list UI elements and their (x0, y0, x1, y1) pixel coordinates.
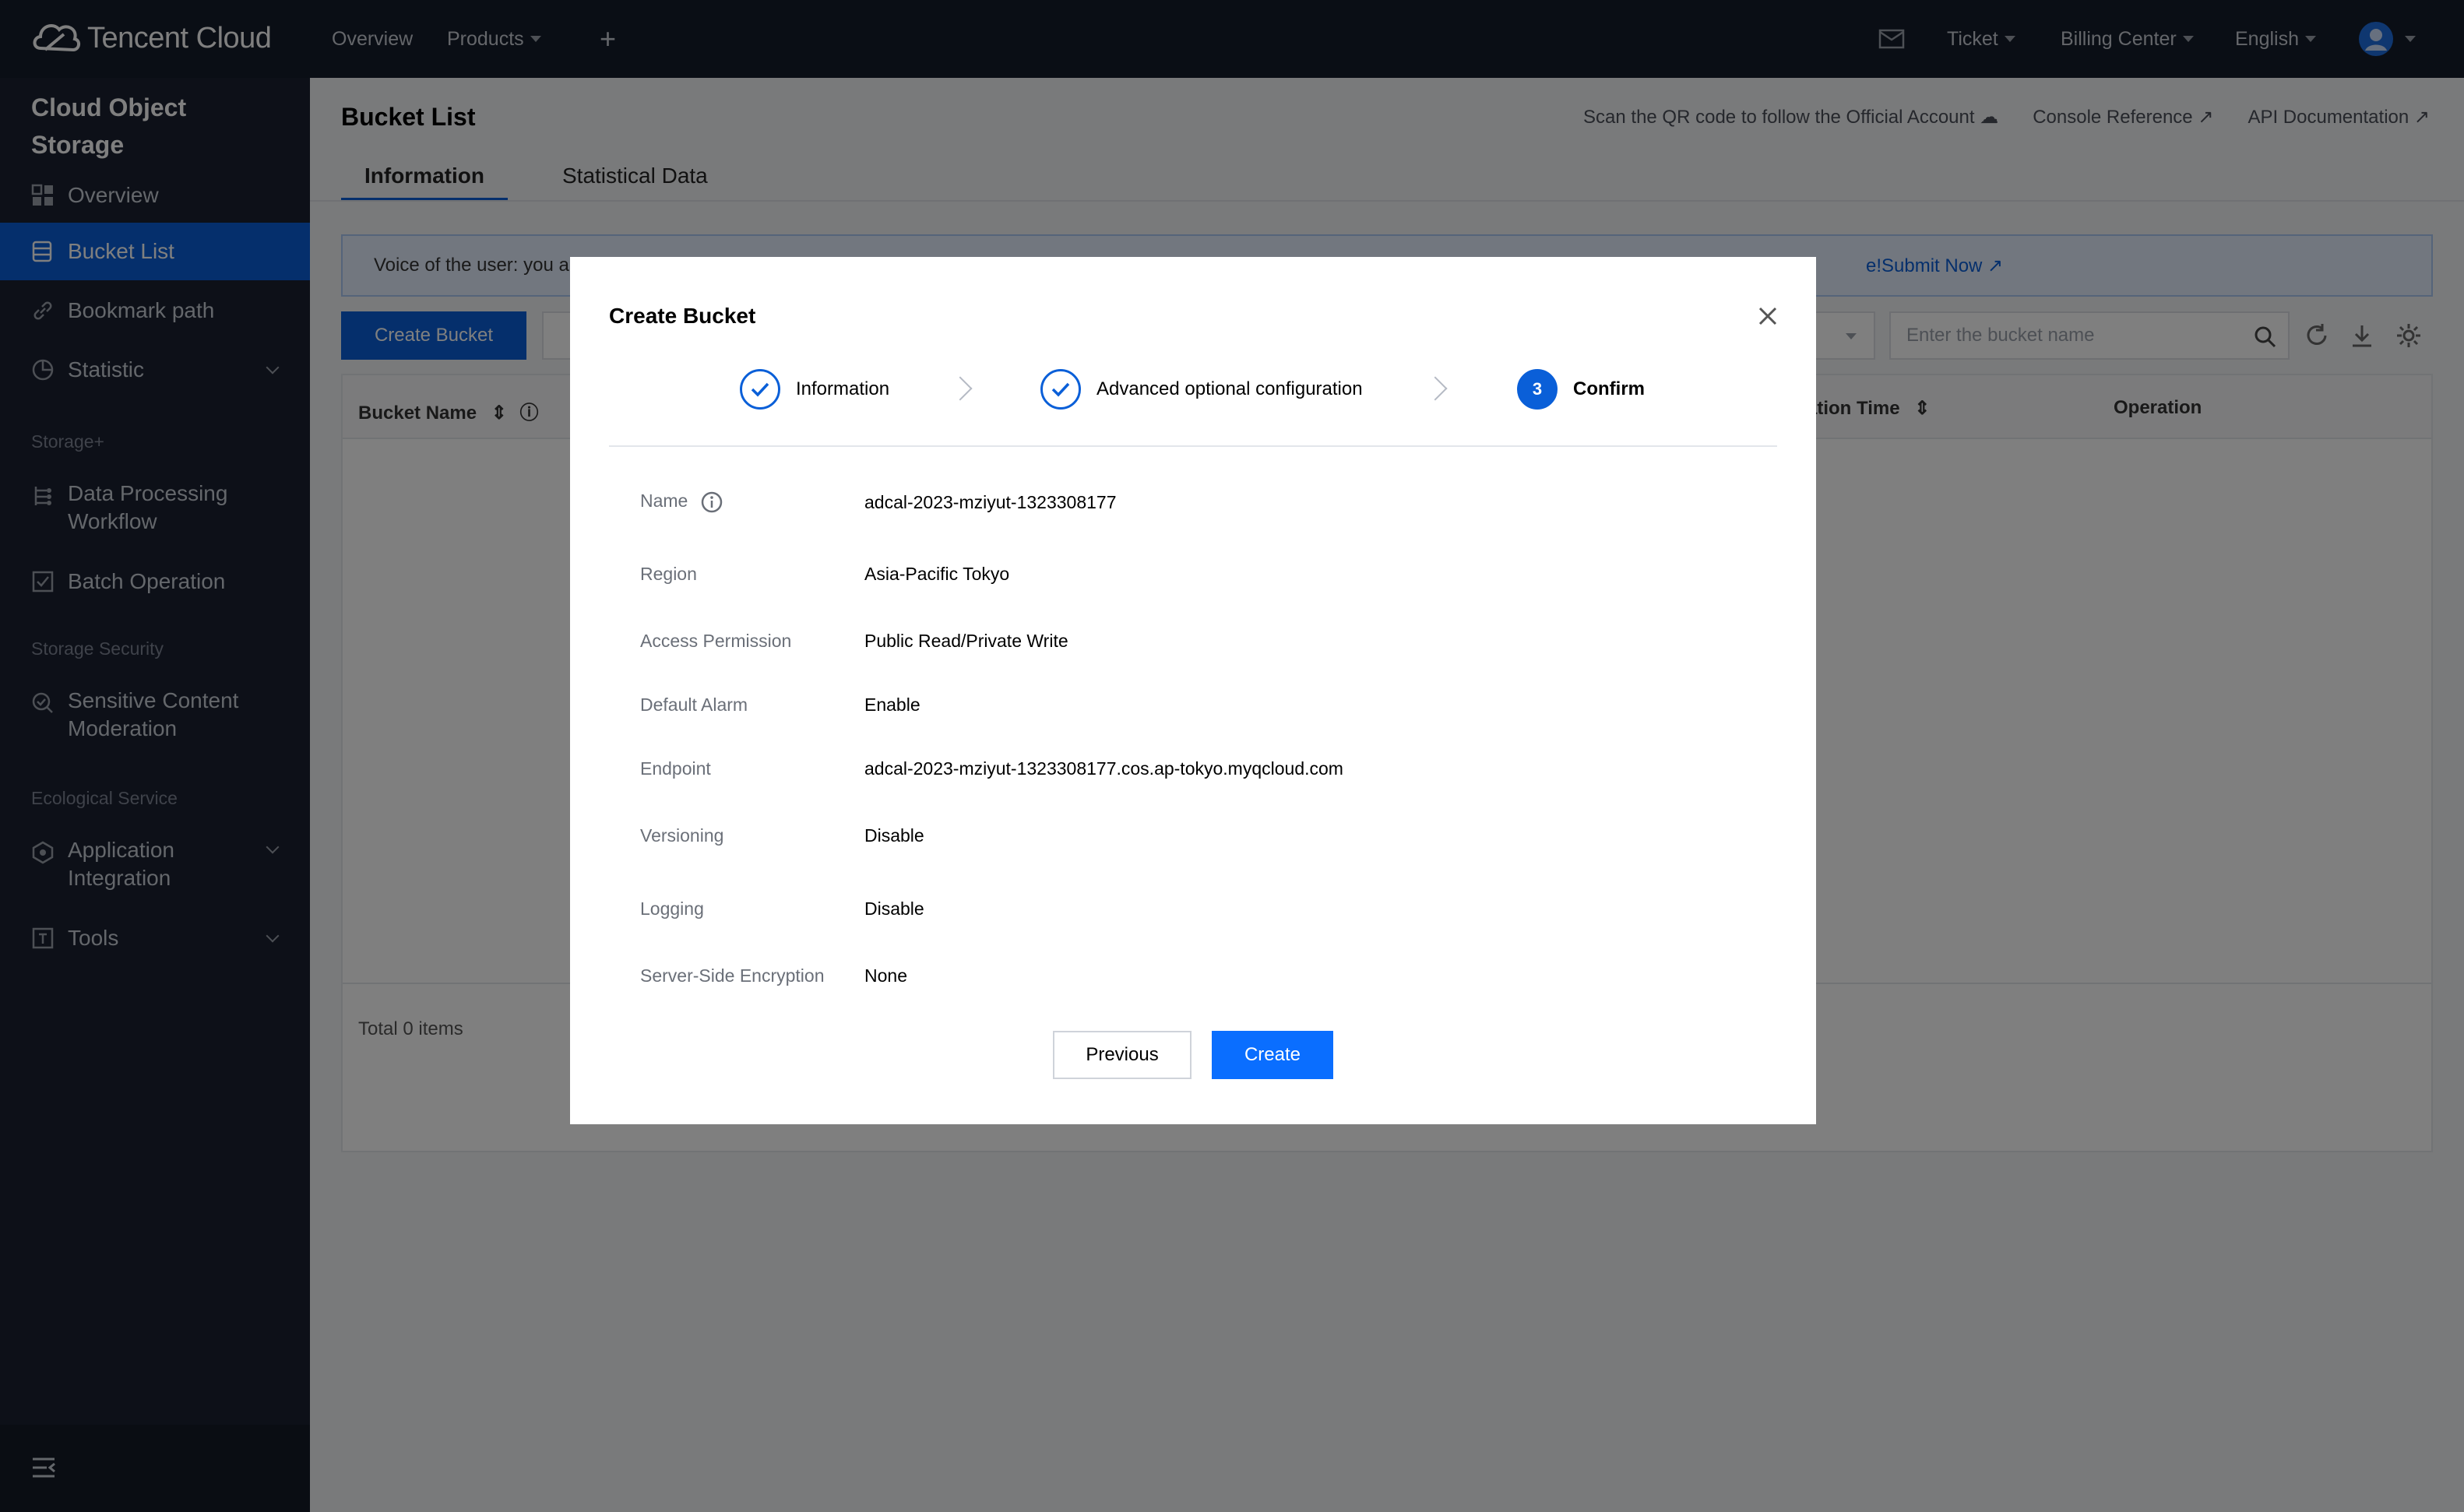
info-icon[interactable] (701, 491, 723, 513)
create-bucket-dialog: Create Bucket Information Advanced optio… (570, 257, 1816, 1124)
chevron-right-icon (1423, 376, 1448, 401)
step-number: 3 (1517, 369, 1558, 410)
check-icon (740, 369, 780, 410)
chevron-right-icon (948, 376, 973, 401)
create-button[interactable]: Create (1212, 1031, 1333, 1079)
step-confirm: 3 Confirm (1517, 369, 1645, 410)
field-value-name: adcal-2023-mziyut-1323308177 (864, 492, 1117, 512)
field-label-versioning: Versioning (640, 825, 724, 846)
field-value-default-alarm: Enable (864, 694, 920, 715)
step-indicator: Information Advanced optional configurat… (570, 369, 1816, 416)
field-value-access-permission: Public Read/Private Write (864, 631, 1068, 651)
step-advanced-configuration: Advanced optional configuration (1040, 369, 1363, 410)
field-value-server-side-encryption: None (864, 965, 907, 986)
field-value-endpoint: adcal-2023-mziyut-1323308177.cos.ap-toky… (864, 758, 1343, 779)
previous-button[interactable]: Previous (1053, 1031, 1192, 1079)
check-icon (1040, 369, 1081, 410)
dialog-title: Create Bucket (609, 304, 756, 328)
step-information: Information (740, 369, 889, 410)
close-icon[interactable] (1754, 302, 1782, 330)
field-label-default-alarm: Default Alarm (640, 694, 748, 715)
field-label-endpoint: Endpoint (640, 758, 711, 779)
field-label-name: Name (640, 491, 723, 513)
field-value-region: Asia-Pacific Tokyo (864, 564, 1010, 584)
field-label-region: Region (640, 564, 697, 584)
field-label-logging: Logging (640, 898, 704, 919)
field-value-logging: Disable (864, 898, 924, 919)
field-label-access-permission: Access Permission (640, 631, 792, 651)
dialog-divider (609, 445, 1777, 447)
field-label-server-side-encryption: Server-Side Encryption (640, 965, 825, 986)
field-value-versioning: Disable (864, 825, 924, 846)
